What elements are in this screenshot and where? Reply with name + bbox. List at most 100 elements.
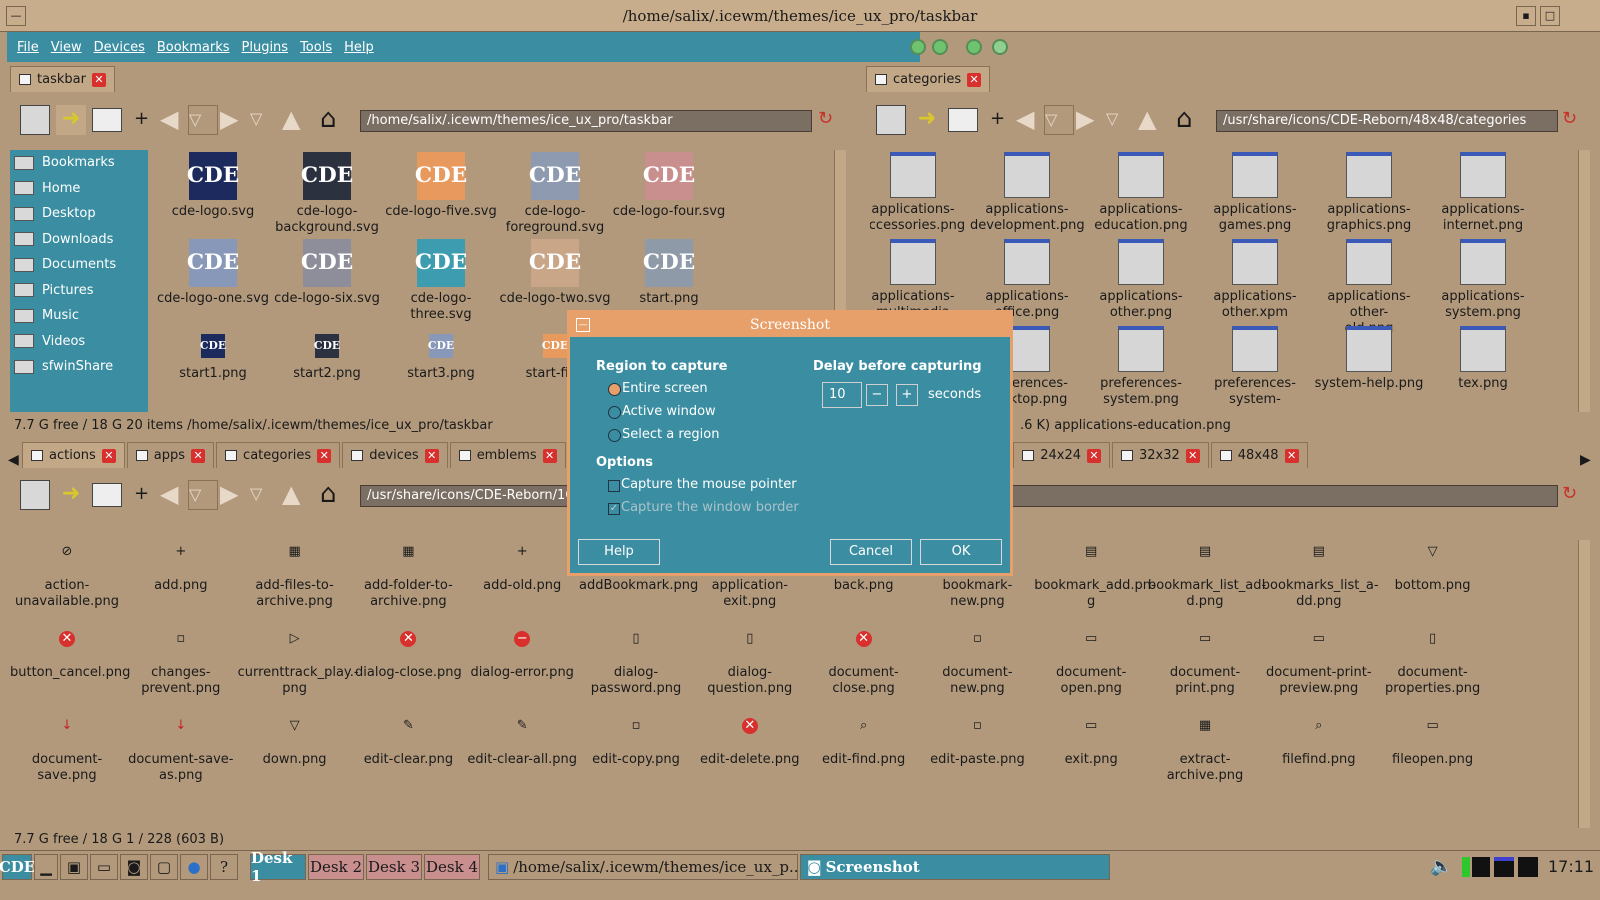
file-item[interactable]: ▭ document- open.png — [1034, 627, 1148, 697]
delay-input[interactable]: 10 — [822, 382, 862, 408]
home-icon[interactable]: ⌂ — [1176, 105, 1206, 135]
file-item[interactable]: ✕ edit-delete.png — [693, 714, 807, 768]
reload-icon[interactable]: ↻ — [818, 105, 838, 135]
tab-emblems[interactable]: emblems ✕ — [449, 442, 566, 468]
file-item[interactable]: applications- development.png — [970, 152, 1085, 234]
file-item[interactable]: tex.png — [1426, 326, 1540, 392]
sidebar-item-desktop[interactable]: Desktop — [10, 201, 148, 227]
ok-button[interactable]: OK — [920, 539, 1002, 565]
forward-icon[interactable]: ▶ — [1076, 105, 1106, 135]
file-item[interactable]: ✕ dialog-close.png — [351, 627, 465, 681]
cancel-button[interactable]: Cancel — [830, 539, 912, 565]
desk-2-button[interactable]: Desk 2 — [308, 854, 364, 880]
file-item[interactable]: ▫ changes- prevent.png — [124, 627, 238, 697]
file-item[interactable]: ▦ add-files-to- archive.png — [238, 540, 352, 610]
close-tab-icon[interactable]: ✕ — [1087, 448, 1101, 463]
file-item[interactable]: ↓ document- save.png — [10, 714, 124, 784]
file-item[interactable]: ▽ down.png — [238, 714, 352, 768]
dialog-menu-icon[interactable]: — — [576, 318, 590, 332]
file-item[interactable]: ▦ extract- archive.png — [1148, 714, 1262, 784]
task-screenshot[interactable]: ◙ Screenshot — [800, 854, 1110, 880]
file-item[interactable]: − dialog-error.png — [465, 627, 579, 681]
close-tab-icon[interactable]: ✕ — [317, 448, 332, 463]
file-item[interactable]: CDE start.png — [612, 239, 726, 307]
up-icon[interactable]: ▲ — [282, 105, 312, 135]
reload-icon[interactable]: ↻ — [1562, 105, 1582, 135]
file-item[interactable]: system-help.png — [1312, 326, 1426, 392]
window-list-icon[interactable]: ▁ — [34, 854, 58, 880]
forward-history-icon[interactable]: ▽ — [250, 105, 280, 135]
file-item[interactable]: CDE cde-logo.svg — [156, 152, 270, 220]
tab-categories[interactable]: categories ✕ — [866, 66, 991, 92]
file-item[interactable]: ▤ bookmark_add.pn- g — [1034, 540, 1155, 610]
file-item[interactable]: ✕ document- close.png — [807, 627, 921, 697]
file-item[interactable]: applications- games.png — [1198, 152, 1312, 234]
file-item[interactable]: ▫ edit-copy.png — [579, 714, 693, 768]
file-item[interactable]: applications-other- old.png — [1312, 239, 1426, 337]
window-border-checkbox[interactable]: ✓ — [608, 503, 620, 515]
new-window-icon[interactable] — [92, 108, 122, 132]
forward-icon[interactable]: ▶ — [220, 105, 250, 135]
back-history-icon[interactable]: ▽ — [1044, 105, 1074, 135]
file-item[interactable]: applications- multimedia — [870, 239, 970, 321]
file-item[interactable]: ▷ currenttrack_play.- png — [238, 627, 359, 697]
home-icon[interactable]: ⌂ — [320, 105, 350, 135]
desk-3-button[interactable]: Desk 3 — [366, 854, 422, 880]
up-icon[interactable]: ▲ — [282, 480, 312, 510]
file-item[interactable]: + add-old.png — [465, 540, 579, 594]
sidebar-item-home[interactable]: Home — [10, 176, 148, 202]
file-item[interactable]: applications- accessories.png — [870, 152, 970, 234]
file-item[interactable]: ▫ edit-paste.png — [920, 714, 1034, 768]
sidebar-item-sfwinshare[interactable]: sfwinShare — [10, 354, 148, 380]
file-item[interactable]: ▭ exit.png — [1034, 714, 1148, 768]
file-item[interactable]: ✎ edit-clear-all.png — [465, 714, 579, 768]
file-item[interactable]: CDE cde-logo- foreground.svg — [498, 152, 612, 236]
file-item[interactable]: ▦ add-folder-to- archive.png — [351, 540, 465, 610]
file-item[interactable]: CDE cde-logo-four.svg — [612, 152, 726, 220]
go-forward-ball-icon[interactable]: ➜ — [56, 105, 86, 135]
new-tab-icon[interactable]: + — [134, 105, 150, 135]
close-tab-icon[interactable]: ✕ — [967, 72, 982, 87]
desk-4-button[interactable]: Desk 4 — [424, 854, 480, 880]
file-item[interactable]: CDE cde-logo-one.svg — [156, 239, 270, 307]
file-item[interactable]: ⌕ edit-find.png — [807, 714, 921, 768]
file-item[interactable]: ▭ fileopen.png — [1376, 714, 1490, 768]
file-item[interactable]: CDE cde-logo-six.svg — [270, 239, 384, 307]
scroll-tabs-right-icon[interactable]: ▶ — [1580, 452, 1591, 468]
file-item[interactable]: ▭ document-print- preview.png — [1262, 627, 1376, 697]
computer-icon[interactable] — [20, 105, 50, 135]
file-item[interactable]: preferences- system.png — [1084, 326, 1198, 408]
file-manager-icon[interactable]: ▢ — [150, 854, 178, 880]
close-tab-icon[interactable]: ✕ — [1185, 448, 1200, 463]
file-item[interactable]: ✎ edit-clear.png — [351, 714, 465, 768]
file-item[interactable]: preferences- system- — [1198, 326, 1312, 408]
file-item[interactable]: ▯ dialog- question.png — [693, 627, 807, 697]
minimize-button[interactable]: ▪ — [1516, 6, 1536, 26]
up-icon[interactable]: ▲ — [1138, 105, 1168, 135]
computer-icon[interactable] — [876, 105, 906, 135]
radio-select-region[interactable] — [608, 429, 621, 442]
menu-bookmarks[interactable]: Bookmarks — [157, 40, 230, 55]
reload-icon[interactable]: ↻ — [1562, 480, 1580, 510]
menu-help[interactable]: Help — [344, 40, 374, 55]
radio-entire-screen[interactable] — [608, 383, 621, 396]
file-item[interactable]: applications- other.xpm — [1198, 239, 1312, 321]
back-icon[interactable]: ◀ — [160, 105, 190, 135]
file-item[interactable]: applications- internet.png — [1426, 152, 1540, 234]
back-history-icon[interactable]: ▽ — [188, 105, 218, 135]
tab-apps[interactable]: apps ✕ — [126, 442, 215, 468]
decrease-delay-button[interactable]: − — [866, 384, 888, 406]
sidebar-item-videos[interactable]: Videos — [10, 329, 148, 355]
file-item[interactable]: ▫ document-new.png — [920, 627, 1034, 697]
new-window-icon[interactable] — [948, 108, 978, 132]
computer-icon[interactable] — [20, 480, 50, 510]
file-item[interactable]: ✕ button_cancel.png — [10, 627, 130, 681]
file-item[interactable]: ▯ document- properties.png — [1376, 627, 1490, 697]
help-button[interactable]: Help — [578, 539, 660, 565]
file-item[interactable]: applications- education.png — [1084, 152, 1198, 234]
path-input[interactable]: /usr/share/icons/CDE-Reborn/48x48/catego… — [1216, 110, 1558, 132]
tab-devices[interactable]: devices ✕ — [342, 442, 448, 468]
new-window-icon[interactable] — [92, 483, 122, 507]
show-desktop-icon[interactable]: ▣ — [60, 854, 88, 880]
go-forward-ball-icon[interactable]: ➜ — [56, 480, 86, 510]
